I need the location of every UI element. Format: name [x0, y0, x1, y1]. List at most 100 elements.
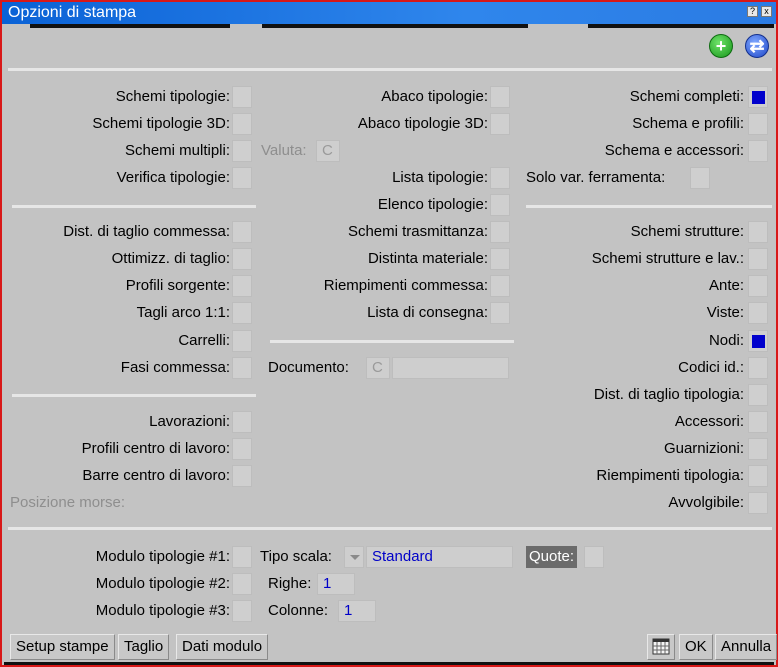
label-riempimenti-commessa: Riempimenti commessa: — [323, 277, 488, 294]
label-profili-sorgente: Profili sorgente: — [125, 277, 230, 294]
checkbox-avvolgibile[interactable] — [748, 492, 768, 514]
checkbox-schemi-tipologie-3d[interactable] — [232, 113, 252, 135]
divider — [8, 527, 772, 530]
label-guarnizioni: Guarnizioni: — [663, 440, 744, 457]
checkbox-dist-taglio-tipologia[interactable] — [748, 384, 768, 406]
valuta-field[interactable]: C — [316, 140, 340, 162]
label-schemi-multipli: Schemi multipli: — [124, 142, 230, 159]
label-righe: Righe: — [268, 575, 312, 592]
documento-description-field[interactable] — [392, 357, 509, 379]
title-bar: Opzioni di stampa ? x — [2, 2, 776, 24]
tipo-scala-select[interactable]: Standard — [366, 546, 513, 568]
label-schemi-tipologie: Schemi tipologie: — [115, 88, 230, 105]
label-quote: Quote: — [526, 546, 578, 568]
help-icon[interactable]: ? — [747, 6, 758, 17]
divider — [12, 394, 256, 397]
checkbox-abaco-tipologie-3d[interactable] — [490, 113, 510, 135]
checkbox-schema-profili[interactable] — [748, 113, 768, 135]
label-colonne: Colonne: — [268, 602, 329, 619]
label-tipo-scala: Tipo scala: — [260, 548, 332, 565]
checkbox-tagli-arco[interactable] — [232, 302, 252, 324]
checkbox-barre-centro[interactable] — [232, 465, 252, 487]
close-icon[interactable]: x — [761, 6, 772, 17]
label-schemi-trasmittanza: Schemi trasmittanza: — [347, 223, 488, 240]
swap-icon[interactable]: ⇄ — [745, 34, 769, 58]
checkbox-distinta-materiale[interactable] — [490, 248, 510, 270]
checkbox-accessori[interactable] — [748, 411, 768, 433]
label-valuta: Valuta: — [261, 142, 307, 159]
label-modulo-2: Modulo tipologie #2: — [95, 575, 230, 592]
checkbox-ottimizz-taglio[interactable] — [232, 248, 252, 270]
label-barre-centro: Barre centro di lavoro: — [82, 467, 230, 484]
checkbox-nodi[interactable] — [748, 330, 768, 352]
label-posizione-morse: Posizione morse: — [10, 494, 126, 511]
checkbox-schemi-multipli[interactable] — [232, 140, 252, 162]
checkbox-modulo-3[interactable] — [232, 600, 252, 622]
label-dist-taglio-commessa: Dist. di taglio commessa: — [63, 223, 230, 240]
checkbox-dist-taglio-commessa[interactable] — [232, 221, 252, 243]
checkbox-profili-sorgente[interactable] — [232, 275, 252, 297]
checkbox-schema-accessori[interactable] — [748, 140, 768, 162]
ok-button[interactable]: OK — [679, 634, 713, 660]
label-schemi-strutture: Schemi strutture: — [630, 223, 744, 240]
documento-code-field[interactable]: C — [366, 357, 390, 379]
checkbox-schemi-tipologie[interactable] — [232, 86, 252, 108]
checkbox-riempimenti-tipologia[interactable] — [748, 465, 768, 487]
checkbox-modulo-1[interactable] — [232, 546, 252, 568]
taglio-button[interactable]: Taglio — [118, 634, 170, 660]
checkbox-carrelli[interactable] — [232, 330, 252, 352]
label-codici-id: Codici id.: — [678, 359, 744, 376]
label-ante: Ante: — [708, 277, 744, 294]
label-modulo-3: Modulo tipologie #3: — [95, 602, 230, 619]
label-elenco-tipologie: Elenco tipologie: — [377, 196, 488, 213]
checkbox-lavorazioni[interactable] — [232, 411, 252, 433]
divider — [8, 68, 772, 71]
checkbox-schemi-strutture[interactable] — [748, 221, 768, 243]
label-nodi: Nodi: — [708, 332, 744, 349]
label-profili-centro: Profili centro di lavoro: — [81, 440, 230, 457]
label-solo-var-ferramenta: Solo var. ferramenta: — [526, 169, 666, 186]
chevron-down-icon[interactable] — [344, 546, 364, 568]
label-lista-consegna: Lista di consegna: — [367, 304, 488, 321]
calendar-icon — [652, 638, 670, 655]
checkbox-schemi-strutture-lav[interactable] — [748, 248, 768, 270]
checkbox-ante[interactable] — [748, 275, 768, 297]
label-abaco-tipologie-3d: Abaco tipologie 3D: — [357, 115, 488, 132]
checkbox-riempimenti-commessa[interactable] — [490, 275, 510, 297]
label-lavorazioni: Lavorazioni: — [149, 413, 230, 430]
label-ottimizz-taglio: Ottimizz. di taglio: — [111, 250, 230, 267]
bottom-strip — [4, 662, 774, 665]
divider — [270, 340, 514, 343]
checkbox-lista-tipologie[interactable] — [490, 167, 510, 189]
divider — [12, 205, 256, 208]
checkbox-codici-id[interactable] — [748, 357, 768, 379]
top-strip — [4, 24, 774, 28]
label-avvolgibile: Avvolgibile: — [668, 494, 744, 511]
checkbox-viste[interactable] — [748, 302, 768, 324]
checkbox-profili-centro[interactable] — [232, 438, 252, 460]
checkbox-verifica-tipologie[interactable] — [232, 167, 252, 189]
checkbox-lista-consegna[interactable] — [490, 302, 510, 324]
label-riempimenti-tipologia: Riempimenti tipologia: — [596, 467, 744, 484]
setup-stampe-button[interactable]: Setup stampe — [10, 634, 115, 660]
print-options-window: Opzioni di stampa ? x + ⇄ Schemi tipolog… — [0, 0, 778, 667]
label-carrelli: Carrelli: — [178, 332, 230, 349]
dati-modulo-button[interactable]: Dati modulo — [176, 634, 269, 660]
label-schema-accessori: Schema e accessori: — [604, 142, 744, 159]
checkbox-modulo-2[interactable] — [232, 573, 252, 595]
checkbox-abaco-tipologie[interactable] — [490, 86, 510, 108]
checkbox-fasi-commessa[interactable] — [232, 357, 252, 379]
label-accessori: Accessori: — [674, 413, 744, 430]
checkbox-schemi-trasmittanza[interactable] — [490, 221, 510, 243]
checkbox-solo-var-ferramenta[interactable] — [690, 167, 710, 189]
add-icon[interactable]: + — [709, 34, 733, 58]
annulla-button[interactable]: Annulla — [715, 634, 778, 660]
checkbox-guarnizioni[interactable] — [748, 438, 768, 460]
label-viste: Viste: — [706, 304, 744, 321]
calendar-button[interactable] — [647, 634, 675, 660]
righe-input[interactable]: 1 — [317, 573, 355, 595]
checkbox-schemi-completi[interactable] — [748, 86, 768, 108]
checkbox-elenco-tipologie[interactable] — [490, 194, 510, 216]
checkbox-quote[interactable] — [584, 546, 604, 568]
colonne-input[interactable]: 1 — [338, 600, 376, 622]
